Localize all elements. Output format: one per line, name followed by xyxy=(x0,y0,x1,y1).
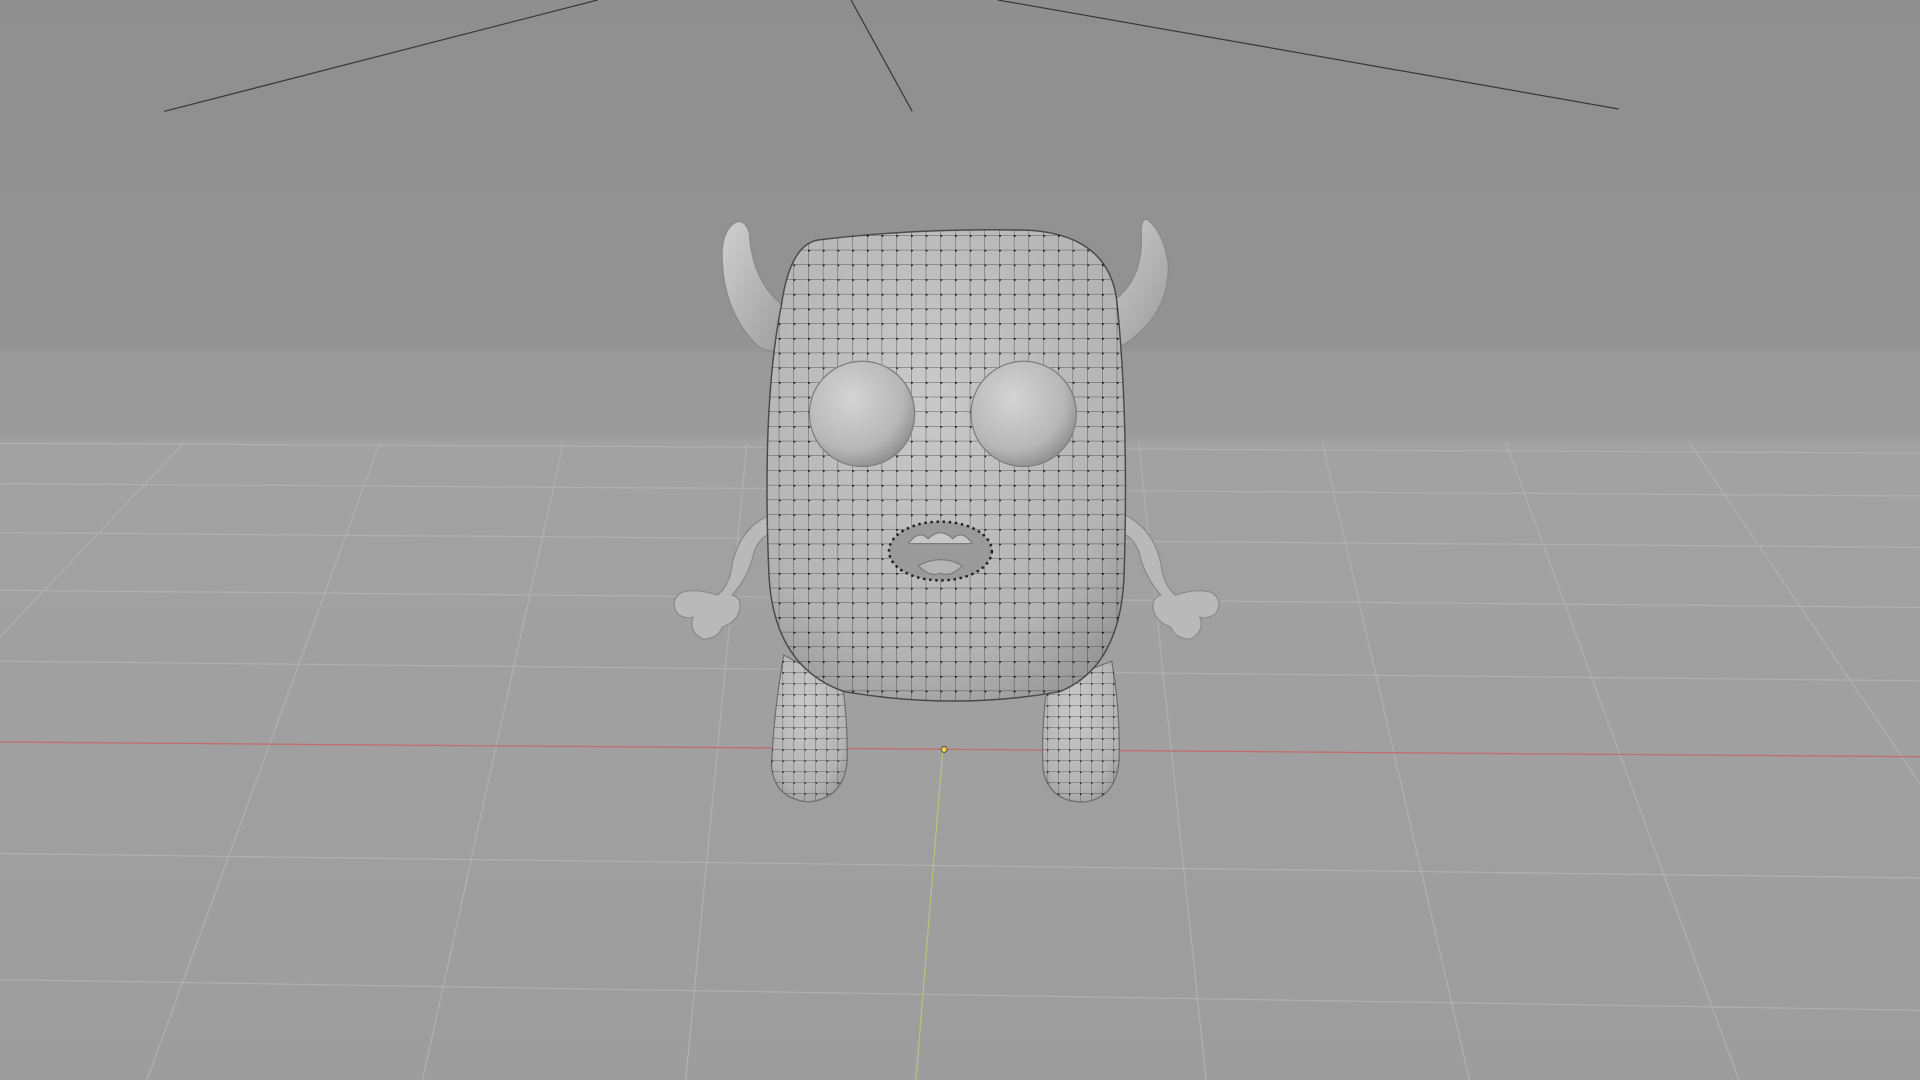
body-wireframe xyxy=(766,229,1126,702)
monster-body[interactable] xyxy=(759,220,1139,710)
object-origin-icon xyxy=(940,745,948,753)
monster-mouth[interactable] xyxy=(887,520,994,582)
viewport-canvas[interactable] xyxy=(0,0,1920,1080)
3d-viewport[interactable]: edit-mode-mesh-vertices-visible xyxy=(0,0,1920,1080)
right-eye xyxy=(970,360,1077,468)
left-eye xyxy=(808,360,916,468)
